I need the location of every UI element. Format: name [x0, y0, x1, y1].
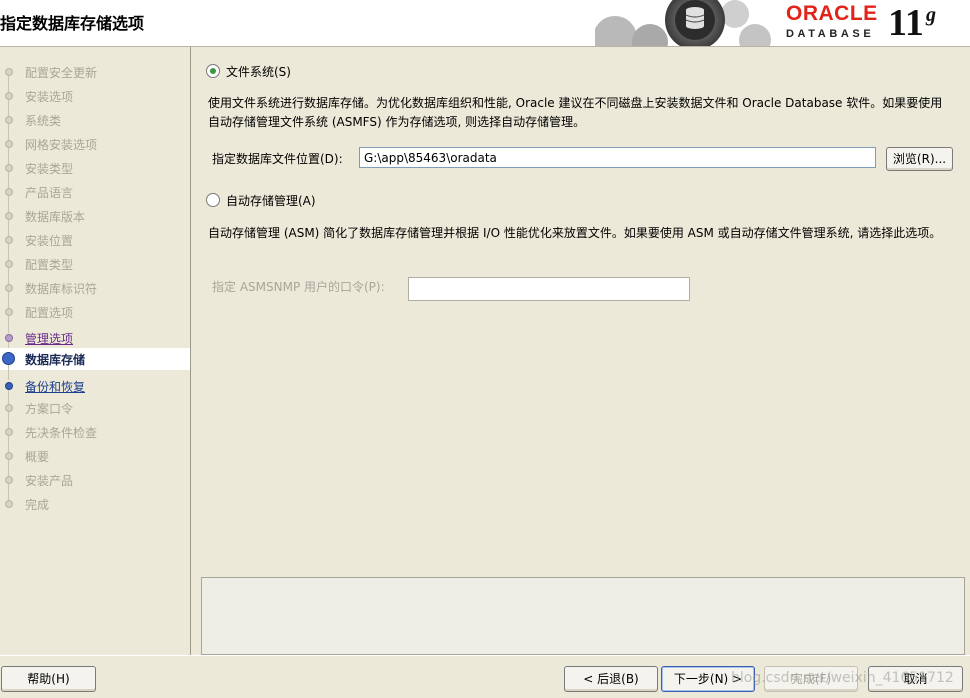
main-panel: 文件系统(S) 使用文件系统进行数据库存储。为优化数据库组织和性能, Oracl…	[191, 47, 970, 655]
nav-step-6: 产品语言	[0, 181, 190, 213]
asm-description: 自动存储管理 (ASM) 简化了数据库存储管理并根据 I/O 性能优化来放置文件…	[208, 226, 942, 240]
version-logo: 11	[888, 2, 924, 44]
nav-step-3: 系统类	[0, 109, 190, 141]
nav-step-10: 数据库标识符	[0, 277, 190, 309]
nav-step-label: 安装位置	[25, 234, 74, 248]
nav-step-label: 配置安全更新	[25, 66, 98, 80]
step-indicator-icon	[5, 92, 13, 100]
file-system-label[interactable]: 文件系统(S)	[226, 63, 291, 80]
nav-step-label: 数据库存储	[25, 353, 86, 367]
step-indicator-icon	[5, 500, 13, 508]
nav-step-14[interactable]: 备份和恢复	[0, 375, 190, 407]
nav-step-label: 产品语言	[25, 186, 74, 200]
nav-step-label: 安装类型	[25, 162, 74, 176]
message-area	[201, 577, 965, 655]
nav-step-label: 先决条件检查	[25, 426, 98, 440]
step-indicator-icon	[5, 382, 13, 390]
step-indicator-icon	[2, 352, 15, 365]
step-indicator-icon	[5, 452, 13, 460]
nav-step-label: 配置类型	[25, 258, 74, 272]
browse-button[interactable]: 浏览(R)...	[886, 147, 953, 171]
nav-step-17: 概要	[0, 445, 190, 477]
step-indicator-icon	[5, 284, 13, 292]
file-system-radio[interactable]	[206, 64, 220, 78]
header-banner: 指定数据库存储选项 ORACLE DATABASE 11 g	[0, 0, 970, 47]
nav-step-label: 配置选项	[25, 306, 74, 320]
nav-step-15: 方案口令	[0, 397, 190, 429]
nav-step-label: 系统类	[25, 114, 62, 128]
db-file-location-input[interactable]	[359, 147, 876, 168]
page-title: 指定数据库存储选项	[0, 14, 145, 33]
nav-step-13[interactable]: 数据库存储	[0, 348, 190, 380]
asmsnmp-password-label: 指定 ASMSNMP 用户的口令(P):	[212, 280, 385, 294]
nav-step-label: 备份和恢复	[25, 380, 86, 394]
db-file-location-label: 指定数据库文件位置(D):	[212, 152, 343, 166]
wizard-step-nav: 配置安全更新 安装选项系统类网格安装选项 安装类型产品语言数据库版本安装位置配置类型…	[0, 47, 191, 655]
nav-step-label: 网格安装选项	[25, 138, 98, 152]
nav-step-1: 配置安全更新	[0, 61, 190, 93]
step-indicator-icon	[5, 212, 13, 220]
nav-step-18: 安装产品	[0, 469, 190, 501]
nav-step-16: 先决条件检查	[0, 421, 190, 453]
step-indicator-icon	[5, 476, 13, 484]
step-indicator-icon	[5, 68, 13, 76]
step-indicator-icon	[5, 140, 13, 148]
help-button[interactable]: 帮助(H)	[1, 666, 96, 692]
nav-step-8: 安装位置	[0, 229, 190, 261]
nav-step-label: 数据库标识符	[25, 282, 98, 296]
nav-step-12[interactable]: 管理选项	[0, 327, 190, 359]
step-indicator-icon	[5, 164, 13, 172]
nav-step-label: 安装产品	[25, 474, 74, 488]
asm-label[interactable]: 自动存储管理(A)	[226, 192, 316, 209]
gears-graphic	[595, 0, 775, 46]
nav-step-7: 数据库版本	[0, 205, 190, 237]
database-logo-text: DATABASE	[786, 28, 875, 40]
step-indicator-icon	[5, 236, 13, 244]
nav-step-2: 安装选项	[0, 85, 190, 117]
step-indicator-icon	[5, 188, 13, 196]
asm-radio[interactable]	[206, 193, 220, 207]
step-indicator-icon	[5, 308, 13, 316]
step-indicator-icon	[5, 428, 13, 436]
step-indicator-icon	[5, 334, 13, 342]
nav-step-label: 方案口令	[25, 402, 74, 416]
nav-step-label: 概要	[25, 450, 50, 464]
asmsnmp-password-input[interactable]	[408, 277, 690, 301]
nav-step-label: 数据库版本	[25, 210, 86, 224]
nav-step-label: 安装选项	[25, 90, 74, 104]
oracle-logo-text: ORACLE	[786, 2, 878, 25]
back-button[interactable]: < 后退(B)	[564, 666, 658, 692]
step-indicator-icon	[5, 260, 13, 268]
version-logo-suffix: g	[926, 4, 936, 26]
nav-step-11: 配置选项	[0, 301, 190, 333]
nav-step-label: 完成	[25, 498, 50, 512]
nav-step-9: 配置类型	[0, 253, 190, 285]
nav-step-4: 网格安装选项	[0, 133, 190, 165]
nav-step-5: 安装类型	[0, 157, 190, 189]
nav-step-19: 完成	[0, 493, 190, 515]
nav-step-label: 管理选项	[25, 332, 74, 346]
file-system-description: 使用文件系统进行数据库存储。为优化数据库组织和性能, Oracle 建议在不同磁…	[208, 96, 943, 129]
step-indicator-icon	[5, 404, 13, 412]
step-indicator-icon	[5, 116, 13, 124]
watermark-text: blog.csdn.net/weixin_41651712	[731, 670, 954, 686]
